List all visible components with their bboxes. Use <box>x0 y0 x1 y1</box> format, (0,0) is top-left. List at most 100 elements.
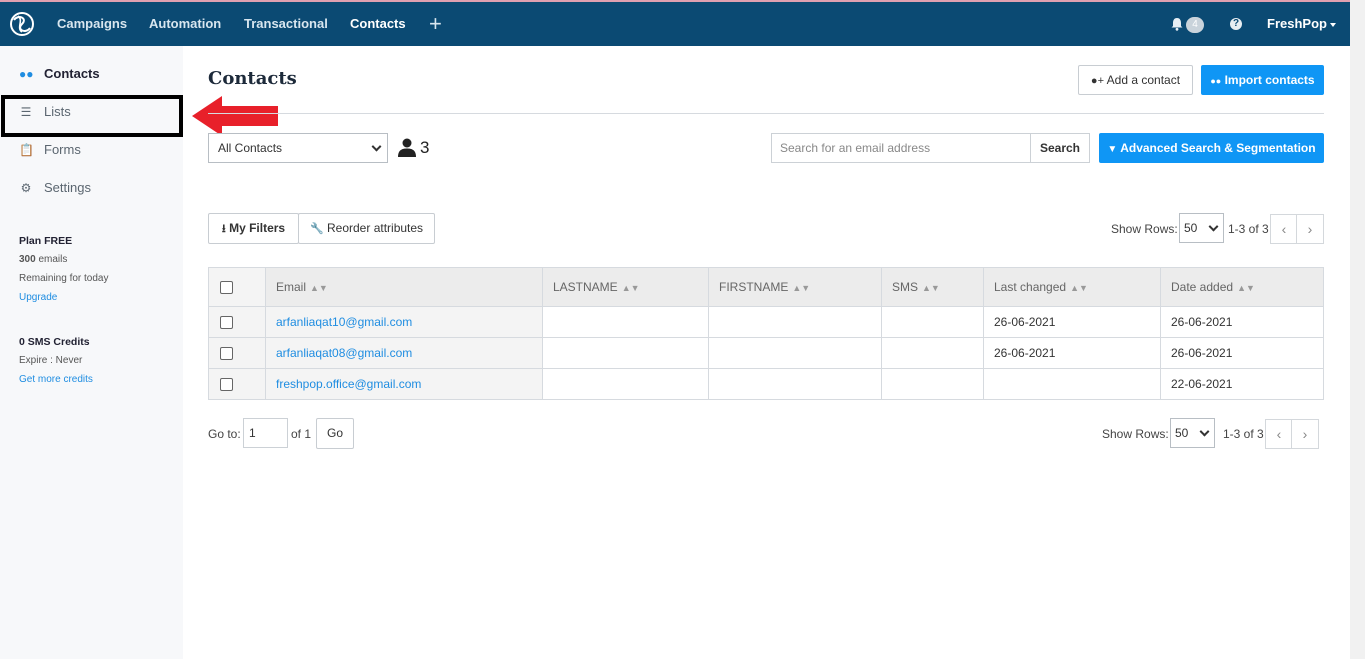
next-page-button[interactable]: › <box>1291 419 1319 449</box>
column-label: Date added <box>1171 280 1234 294</box>
wrench-icon: 🔧 <box>309 223 324 235</box>
users-icon: ●● <box>1210 76 1222 86</box>
show-rows-label: Show Rows: <box>1111 222 1178 236</box>
column-label: Email <box>276 280 307 294</box>
row-checkbox[interactable] <box>220 347 233 361</box>
table-row[interactable]: freshpop.office@gmail.com 22-06-2021 <box>208 368 1324 400</box>
plan-title: Plan FREE <box>19 235 73 247</box>
row-select-cell <box>208 306 266 338</box>
sidebar-item-contacts[interactable]: ●● Contacts <box>19 64 100 84</box>
sms-cell <box>881 337 984 369</box>
prev-page-button[interactable]: ‹ <box>1270 214 1298 244</box>
row-select-cell <box>208 337 266 369</box>
gear-icon: ⚙ <box>20 181 32 195</box>
go-button[interactable]: Go <box>316 418 354 449</box>
upgrade-link[interactable]: Upgrade <box>19 292 57 303</box>
column-header-date-added[interactable]: Date added ▲▼ <box>1160 267 1324 307</box>
sidebar <box>0 46 183 659</box>
sidebar-item-label: Forms <box>44 142 81 157</box>
import-contacts-button[interactable]: ●● Import contacts <box>1201 65 1324 95</box>
column-label: Last changed <box>994 280 1067 294</box>
range-text: 1-3 of 3 <box>1223 427 1264 441</box>
search-button[interactable]: Search <box>1030 133 1090 163</box>
clipboard-icon: 📋 <box>19 143 34 157</box>
contact-list-select-value: All Contacts <box>218 141 283 155</box>
sms-credits: 0 SMS Credits <box>19 336 90 348</box>
table-header-row: Email ▲▼ LASTNAME ▲▼ FIRSTNAME ▲▼ SMS ▲▼ Las… <box>208 267 1324 307</box>
column-header-lastname[interactable]: LASTNAME ▲▼ <box>542 267 709 307</box>
lastname-cell <box>542 337 709 369</box>
lastname-cell <box>542 368 709 400</box>
account-menu[interactable]: FreshPop <box>1267 2 1327 46</box>
show-rows-select[interactable]: 50 <box>1179 213 1224 243</box>
sms-expire: Expire : Never <box>19 355 83 366</box>
table-row[interactable]: arfanliaqat08@gmail.com 26-06-2021 26-06… <box>208 337 1324 369</box>
email-cell[interactable]: freshpop.office@gmail.com <box>265 368 543 400</box>
show-rows-value: 50 <box>1175 426 1189 440</box>
email-search-input[interactable]: Search for an email address <box>771 133 1031 163</box>
next-page-button[interactable]: › <box>1296 214 1324 244</box>
help-icon[interactable]: ? <box>1230 18 1242 30</box>
column-header-last-changed[interactable]: Last changed ▲▼ <box>983 267 1161 307</box>
notification-count-badge: 4 <box>1186 17 1204 33</box>
last-changed-cell: 26-06-2021 <box>983 306 1161 338</box>
annotation-highlight-box <box>1 95 183 137</box>
remaining-today: Remaining for today <box>19 273 109 284</box>
row-checkbox[interactable] <box>220 378 233 392</box>
add-user-icon: ●+ <box>1090 75 1104 87</box>
sort-icon: ▲▼ <box>1237 283 1255 293</box>
sms-cell <box>881 368 984 400</box>
nav-transactional[interactable]: Transactional <box>244 2 328 46</box>
nav-campaigns[interactable]: Campaigns <box>57 2 127 46</box>
emails-text: emails <box>35 254 68 265</box>
show-rows-value: 50 <box>1184 221 1198 235</box>
advanced-search-button[interactable]: ▼ Advanced Search & Segmentation <box>1099 133 1324 163</box>
range-text: 1-3 of 3 <box>1228 222 1269 236</box>
last-changed-cell <box>983 368 1161 400</box>
lastname-cell <box>542 306 709 338</box>
sidebar-item-settings[interactable]: ⚙ Settings <box>19 178 91 198</box>
table-row[interactable]: arfanliaqat10@gmail.com 26-06-2021 26-06… <box>208 306 1324 338</box>
sidebar-item-label: Contacts <box>44 66 100 81</box>
select-all-checkbox[interactable] <box>220 281 233 295</box>
account-caret-icon[interactable] <box>1330 23 1336 27</box>
add-menu-plus-icon[interactable]: + <box>429 2 442 46</box>
row-select-cell <box>208 368 266 400</box>
brand-logo-icon[interactable] <box>8 10 36 38</box>
firstname-cell <box>708 368 882 400</box>
email-cell[interactable]: arfanliaqat10@gmail.com <box>265 306 543 338</box>
sidebar-item-label: Settings <box>44 180 91 195</box>
prev-page-button[interactable]: ‹ <box>1265 419 1293 449</box>
sidebar-item-forms[interactable]: 📋 Forms <box>19 140 81 160</box>
goto-page-input[interactable]: 1 <box>243 418 288 448</box>
add-contact-button[interactable]: ●+ Add a contact <box>1078 65 1193 95</box>
firstname-cell <box>708 306 882 338</box>
annotation-red-arrow-icon <box>192 96 278 136</box>
filter-icon: ▼ <box>1107 144 1118 155</box>
bell-icon[interactable] <box>1170 17 1184 31</box>
page-scrollbar[interactable] <box>1350 0 1365 659</box>
header-divider <box>208 113 1324 114</box>
last-changed-cell: 26-06-2021 <box>983 337 1161 369</box>
total-pages-text: of 1 <box>291 427 312 441</box>
my-filters-button[interactable]: ⭳ My Filters <box>208 213 299 244</box>
date-added-cell: 26-06-2021 <box>1160 337 1324 369</box>
column-header-sms[interactable]: SMS ▲▼ <box>881 267 984 307</box>
date-added-cell: 22-06-2021 <box>1160 368 1324 400</box>
email-cell[interactable]: arfanliaqat08@gmail.com <box>265 337 543 369</box>
nav-automation[interactable]: Automation <box>149 2 221 46</box>
chevron-down-icon <box>1208 221 1219 232</box>
column-header-email[interactable]: Email ▲▼ <box>265 267 543 307</box>
show-rows-select-bottom[interactable]: 50 <box>1170 418 1215 448</box>
reorder-attributes-button[interactable]: 🔧 Reorder attributes <box>298 213 435 244</box>
contacts-table: Email ▲▼ LASTNAME ▲▼ FIRSTNAME ▲▼ SMS ▲▼ Las… <box>208 267 1324 400</box>
contact-list-select[interactable]: All Contacts <box>208 133 388 163</box>
nav-contacts[interactable]: Contacts <box>350 2 406 46</box>
column-label: SMS <box>892 280 919 294</box>
upload-icon: ⭳ <box>221 223 226 235</box>
get-more-credits-link[interactable]: Get more credits <box>19 374 93 385</box>
row-checkbox[interactable] <box>220 316 233 330</box>
emails-quota: 300 emails <box>19 254 67 265</box>
sort-icon: ▲▼ <box>310 283 328 293</box>
column-header-firstname[interactable]: FIRSTNAME ▲▼ <box>708 267 882 307</box>
